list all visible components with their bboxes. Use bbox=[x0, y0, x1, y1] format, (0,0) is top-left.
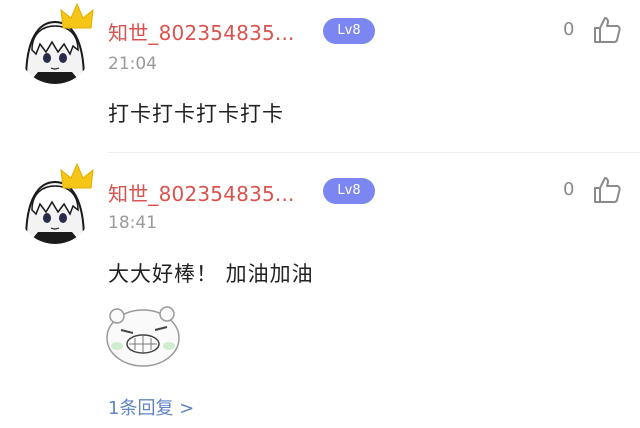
sticker-image[interactable] bbox=[103, 300, 183, 370]
thumbs-up-icon[interactable] bbox=[592, 175, 622, 205]
comment-text: 大大好棒！ 加油加油 bbox=[108, 262, 314, 286]
thumbs-up-icon[interactable] bbox=[592, 15, 622, 45]
crown-icon bbox=[60, 2, 94, 29]
level-badge: Lv8 bbox=[323, 18, 375, 44]
like-count: 0 bbox=[563, 179, 575, 200]
divider bbox=[108, 152, 640, 153]
crown-icon bbox=[60, 162, 94, 189]
timestamp: 21:04 bbox=[108, 54, 157, 74]
username[interactable]: 知世_802354835... bbox=[108, 178, 295, 207]
like-count: 0 bbox=[563, 19, 575, 40]
timestamp: 18:41 bbox=[108, 213, 157, 233]
level-badge: Lv8 bbox=[323, 178, 375, 204]
comment-text: 打卡打卡打卡打卡 bbox=[108, 102, 284, 126]
replies-link[interactable]: 1条回复 > bbox=[108, 394, 194, 420]
username[interactable]: 知世_802354835... bbox=[108, 17, 295, 46]
